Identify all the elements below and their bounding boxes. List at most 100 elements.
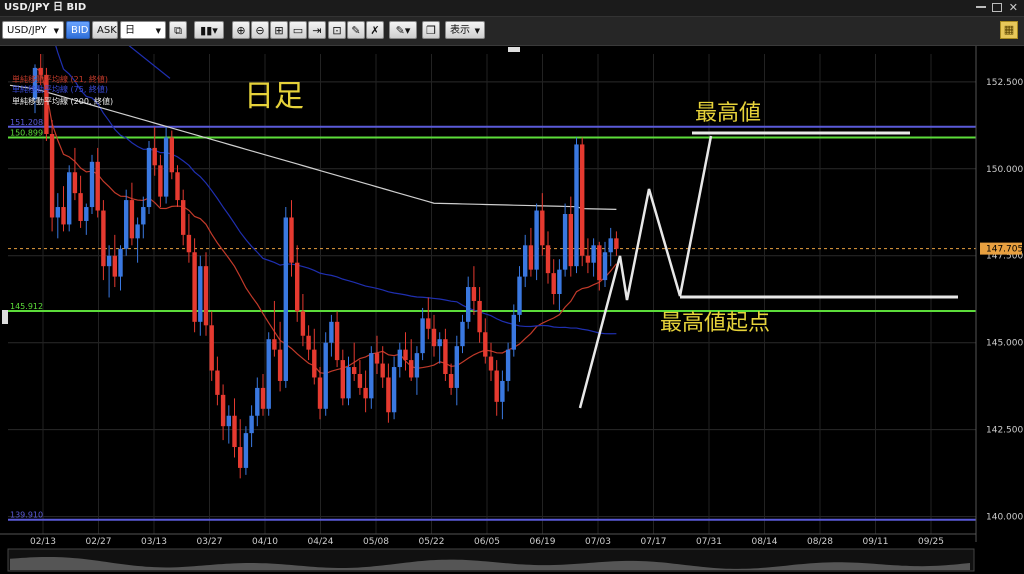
- remove-indicator-icon[interactable]: ✗: [366, 21, 384, 39]
- candle-body: [49, 134, 55, 218]
- zoom-out-icon[interactable]: ⊖: [251, 21, 269, 39]
- candle-body: [386, 377, 391, 413]
- chart-type-icon[interactable]: ▮▮▾: [194, 21, 224, 39]
- overview-navigator[interactable]: [7, 548, 975, 572]
- x-tick-label: 07/17: [641, 537, 667, 547]
- window-titlebar: USD/JPY 日 BID ✕: [0, 0, 1024, 17]
- candle-body: [323, 342, 328, 409]
- candle-body: [95, 161, 100, 211]
- window-icon[interactable]: ❐: [422, 21, 440, 39]
- timeframe-select[interactable]: 日 ▼: [120, 21, 166, 39]
- edit-indicator-icon[interactable]: ✎: [347, 21, 365, 39]
- candle-body: [403, 349, 408, 361]
- candle-body: [78, 193, 83, 221]
- legend-sma75: 単純移動平均線 (75, 終値): [12, 84, 108, 94]
- candle-body: [55, 207, 60, 218]
- candle-body: [580, 144, 585, 256]
- candle-body: [448, 374, 454, 388]
- candle-body: [460, 321, 465, 347]
- add-indicator-icon[interactable]: ⊡: [328, 21, 346, 39]
- candle-body: [369, 353, 374, 399]
- candle-body: [608, 238, 613, 253]
- zoom-in-icon[interactable]: ⊕: [232, 21, 250, 39]
- candle-body: [483, 332, 488, 357]
- ask-button[interactable]: ASK: [92, 21, 118, 39]
- y-tick-label: 150.000: [986, 165, 1023, 175]
- candle-body: [243, 433, 249, 468]
- candle-body: [340, 360, 345, 399]
- close-icon[interactable]: ✕: [1009, 0, 1018, 16]
- link-icon[interactable]: ⧉: [169, 21, 187, 39]
- candle-body: [426, 318, 431, 329]
- candle-body: [494, 370, 499, 402]
- settings-grid-icon[interactable]: ▦: [1000, 21, 1018, 39]
- bid-button[interactable]: BID: [66, 21, 90, 39]
- candle-body: [169, 137, 174, 173]
- candle-body: [357, 374, 363, 388]
- chevron-down-icon: ▼: [53, 27, 59, 35]
- candle-body: [317, 377, 323, 409]
- candle-body: [101, 210, 106, 267]
- y-tick-label: 140.000: [986, 513, 1023, 523]
- candle-body: [568, 214, 573, 267]
- candle-body: [397, 349, 402, 368]
- candle-body: [517, 276, 522, 315]
- candle-body: [67, 172, 72, 225]
- legend-sma21: 単純移動平均線 (21, 終値): [12, 74, 108, 84]
- fit-icon[interactable]: ▭: [289, 21, 307, 39]
- candle-body: [346, 367, 351, 399]
- candle-body: [141, 207, 146, 225]
- scroll-end-icon[interactable]: ⇥: [308, 21, 326, 39]
- price-chart[interactable]: 151.208 150.899 145.912 139.910 152.500 150.…: [0, 46, 1024, 574]
- x-tick-label: 08/28: [807, 537, 833, 547]
- candle-body: [220, 394, 226, 427]
- x-tick-label: 09/25: [918, 537, 944, 547]
- minimize-icon[interactable]: [976, 6, 986, 8]
- candle-body: [272, 339, 277, 350]
- candle-body: [511, 314, 516, 350]
- candle-body: [505, 349, 511, 381]
- candle-body: [72, 172, 78, 194]
- candle-body: [329, 321, 334, 343]
- candle-body: [106, 255, 112, 267]
- level-line-label: 139.910: [10, 511, 43, 520]
- display-menu-label: 表示: [450, 25, 470, 36]
- top-scroll-handle[interactable]: [508, 47, 520, 52]
- candle-body: [238, 447, 243, 468]
- start-label-annotation: 最高値起点: [660, 311, 770, 336]
- candle-body: [152, 147, 157, 166]
- display-menu[interactable]: 表示 ▼: [445, 21, 485, 39]
- candle-body: [431, 328, 437, 347]
- y-tick-label: 152.500: [986, 78, 1023, 88]
- candle-body: [158, 165, 163, 197]
- maximize-icon[interactable]: [992, 3, 1002, 12]
- candle-body: [477, 300, 482, 333]
- current-price-label: 147.705: [986, 245, 1023, 255]
- candle-body: [129, 200, 135, 239]
- candle-body: [289, 217, 294, 263]
- draw-tool-icon[interactable]: ✎▾: [389, 21, 417, 39]
- candle-body: [391, 367, 397, 413]
- symbol-select[interactable]: USD/JPY ▼: [2, 21, 64, 39]
- candle-body: [146, 147, 152, 208]
- candle-body: [283, 217, 288, 381]
- x-tick-label: 06/05: [474, 537, 500, 547]
- x-tick-label: 02/13: [30, 537, 56, 547]
- candle-body: [300, 311, 306, 336]
- candle-body: [454, 346, 459, 388]
- grid-icon[interactable]: ⊞: [270, 21, 288, 39]
- level-line-label: 145.912: [10, 302, 43, 311]
- x-tick-label: 02/27: [86, 537, 112, 547]
- candle-body: [443, 339, 448, 374]
- x-tick-label: 07/03: [585, 537, 611, 547]
- x-tick-label: 05/22: [419, 537, 445, 547]
- x-tick-label: 07/31: [696, 537, 722, 547]
- left-scroll-handle[interactable]: [2, 310, 8, 324]
- y-tick-label: 142.500: [986, 426, 1023, 436]
- chevron-down-icon: ▼: [474, 27, 480, 35]
- candle-body: [591, 245, 596, 263]
- candle-body: [295, 262, 300, 312]
- candle-body: [334, 321, 340, 361]
- chart-toolbar: USD/JPY ▼ BID ASK 日 ▼ ⧉ ▮▮▾ ⊕ ⊖ ⊞ ▭ ⇥ ⊡ ✎ …: [0, 17, 1024, 46]
- candle-body: [557, 269, 562, 294]
